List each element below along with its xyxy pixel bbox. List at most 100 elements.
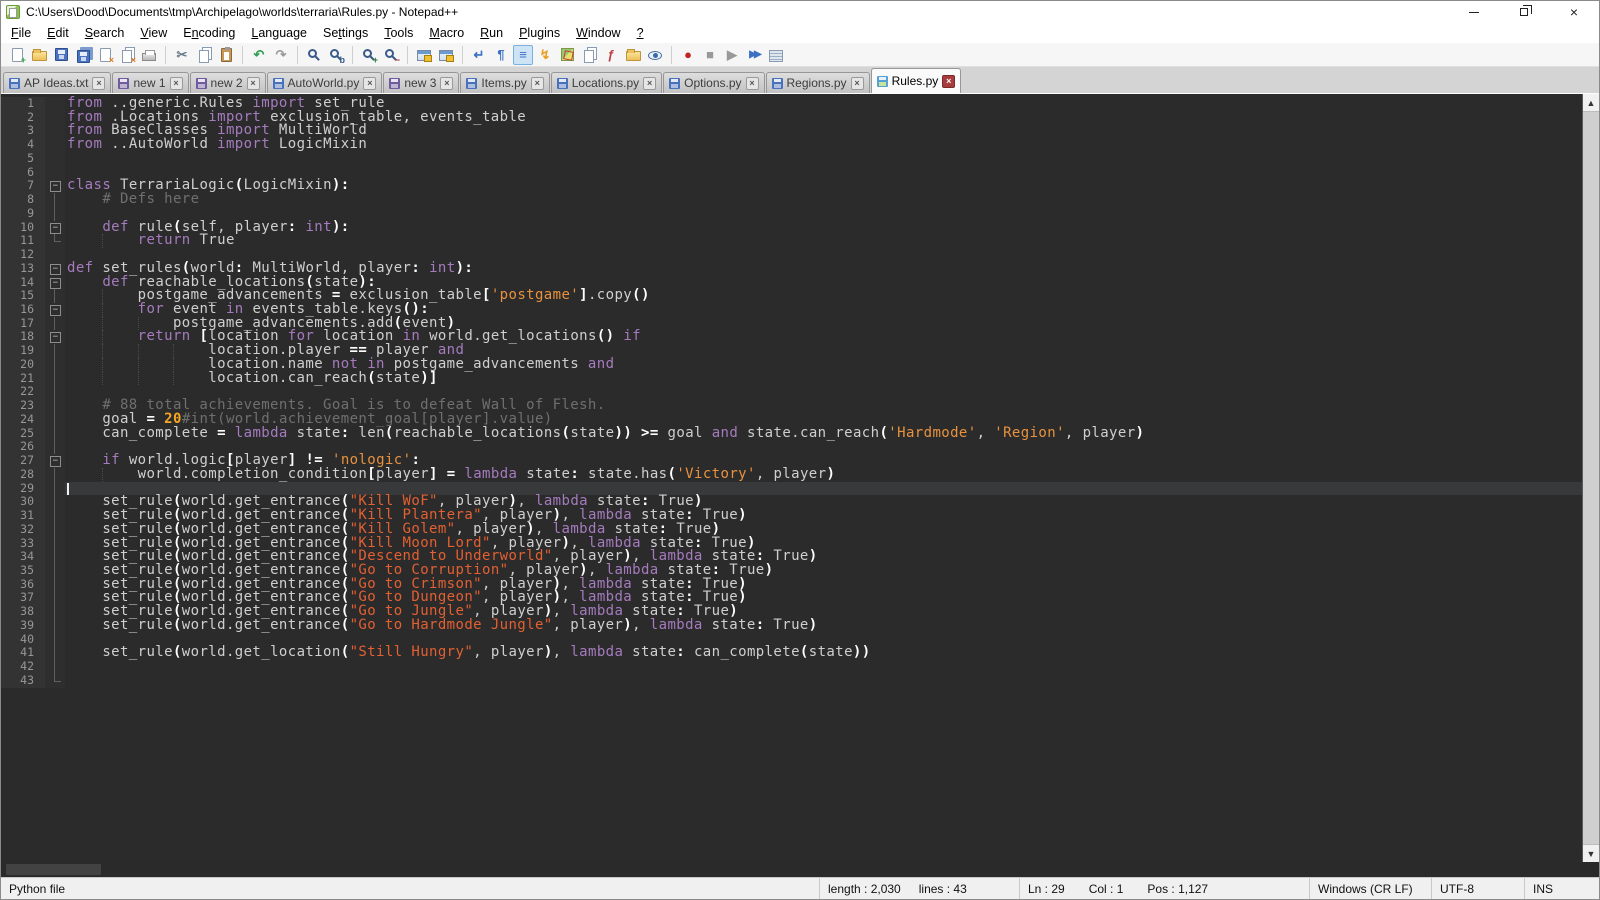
open-file-icon[interactable]: [29, 45, 49, 65]
tab-new-3[interactable]: new 3×: [383, 72, 459, 93]
scroll-up-button[interactable]: ▲: [1583, 94, 1599, 111]
scroll-down-button[interactable]: ▼: [1583, 845, 1599, 862]
code-line-41[interactable]: 41 set_rule(world.get_location("Still Hu…: [1, 646, 1582, 660]
zoom-out-icon[interactable]: −: [381, 45, 401, 65]
menu-item-macro[interactable]: Macro: [421, 24, 472, 42]
code-area[interactable]: 1from ..generic.Rules import set_rule2fr…: [1, 94, 1582, 862]
tab-new-2[interactable]: new 2×: [190, 72, 266, 93]
fold-collapse-icon[interactable]: [45, 262, 65, 276]
code-line-43[interactable]: 43: [1, 674, 1582, 688]
fold-collapse-icon[interactable]: [45, 276, 65, 290]
tab-options-py[interactable]: Options.py×: [663, 72, 764, 93]
redo-icon[interactable]: ↷: [271, 45, 291, 65]
sync-horizontal-scroll-icon[interactable]: [436, 45, 456, 65]
fold-collapse-icon[interactable]: [45, 454, 65, 468]
minimize-button[interactable]: [1449, 1, 1499, 23]
code-line-8[interactable]: 8 # Defs here: [1, 193, 1582, 207]
saved-file-icon: [557, 78, 568, 89]
show-all-characters-icon[interactable]: ¶: [491, 45, 511, 65]
macro-stop-icon[interactable]: ■: [700, 45, 720, 65]
menu-item-plugins[interactable]: Plugins: [511, 24, 568, 42]
menu-item-encoding[interactable]: Encoding: [175, 24, 243, 42]
function-list-icon[interactable]: ƒ: [601, 45, 621, 65]
tab-ap-ideas-txt[interactable]: AP Ideas.txt×: [3, 72, 111, 93]
zoom-in-icon[interactable]: +: [359, 45, 379, 65]
menu-item-help[interactable]: ?: [629, 24, 652, 42]
tab-items-py[interactable]: Items.py×: [460, 72, 549, 93]
tab-new-1[interactable]: new 1×: [112, 72, 188, 93]
find-icon[interactable]: [304, 45, 324, 65]
tab-close-icon[interactable]: ×: [170, 77, 183, 90]
vertical-scrollbar[interactable]: ▲ ▼: [1582, 94, 1599, 862]
indent-guide-icon[interactable]: ≡: [513, 45, 533, 65]
line-number: 37: [1, 591, 45, 605]
menu-item-view[interactable]: View: [132, 24, 175, 42]
function-completion-icon[interactable]: ↯: [535, 45, 555, 65]
save-icon[interactable]: [51, 45, 71, 65]
close-icon[interactable]: ×: [95, 45, 115, 65]
save-all-icon[interactable]: [73, 45, 93, 65]
document-map-icon[interactable]: [557, 45, 577, 65]
fold-collapse-icon[interactable]: [45, 221, 65, 235]
menu-item-search[interactable]: Search: [77, 24, 133, 42]
replace-icon[interactable]: b: [326, 45, 346, 65]
macro-play-icon[interactable]: ▶: [722, 45, 742, 65]
folder-as-workspace-icon[interactable]: [623, 45, 643, 65]
menu-item-file[interactable]: File: [3, 24, 39, 42]
fold-collapse-icon[interactable]: [45, 330, 65, 344]
code-line-42[interactable]: 42: [1, 660, 1582, 674]
macro-record-icon[interactable]: ●: [678, 45, 698, 65]
tab-regions-py[interactable]: Regions.py×: [766, 72, 870, 93]
code-line-7[interactable]: 7class TerrariaLogic(LogicMixin):: [1, 179, 1582, 193]
menu-item-settings[interactable]: Settings: [315, 24, 376, 42]
tab-close-icon[interactable]: ×: [643, 77, 656, 90]
line-number: 42: [1, 660, 45, 674]
tab-locations-py[interactable]: Locations.py×: [551, 72, 662, 93]
copy-icon[interactable]: [194, 45, 214, 65]
menu-item-window[interactable]: Window: [568, 24, 628, 42]
line-number: 40: [1, 633, 45, 647]
tab-close-icon[interactable]: ×: [247, 77, 260, 90]
tab-autoworld-py[interactable]: AutoWorld.py×: [267, 72, 383, 93]
document-list-icon[interactable]: [579, 45, 599, 65]
cut-icon[interactable]: ✂: [172, 45, 192, 65]
fold-collapse-icon[interactable]: [45, 179, 65, 193]
horizontal-scrollbar[interactable]: [1, 862, 1599, 877]
monitoring-icon[interactable]: [645, 45, 665, 65]
code-line-10[interactable]: 10 def rule(self, player: int):: [1, 221, 1582, 235]
code-line-11[interactable]: 11 return True: [1, 234, 1582, 248]
tab-close-icon[interactable]: ×: [92, 77, 105, 90]
window-close-button[interactable]: ×: [1549, 1, 1599, 23]
tab-close-icon[interactable]: ×: [363, 77, 376, 90]
menu-item-run[interactable]: Run: [472, 24, 511, 42]
menu-item-tools[interactable]: Tools: [376, 24, 421, 42]
code-line-5[interactable]: 5: [1, 152, 1582, 166]
tab-close-icon[interactable]: ×: [440, 77, 453, 90]
code-line-21[interactable]: 21 location.can_reach(state)]: [1, 372, 1582, 386]
tab-close-icon[interactable]: ×: [746, 77, 759, 90]
code-line-28[interactable]: 28 world.completion_condition[player] = …: [1, 468, 1582, 482]
fold-collapse-icon[interactable]: [45, 303, 65, 317]
new-file-icon[interactable]: +: [7, 45, 27, 65]
tab-rules-py[interactable]: Rules.py×: [871, 68, 962, 93]
paste-icon[interactable]: [216, 45, 236, 65]
menu-item-edit[interactable]: Edit: [39, 24, 77, 42]
word-wrap-icon[interactable]: ↵: [469, 45, 489, 65]
line-number: 18: [1, 330, 45, 344]
tab-close-icon[interactable]: ×: [851, 77, 864, 90]
print-icon[interactable]: [139, 45, 159, 65]
undo-icon[interactable]: ↶: [249, 45, 269, 65]
horizontal-scrollbar-thumb[interactable]: [6, 864, 101, 875]
vertical-scrollbar-thumb[interactable]: [1583, 111, 1599, 845]
tab-close-icon[interactable]: ×: [531, 77, 544, 90]
code-line-25[interactable]: 25 can_complete = lambda state: len(reac…: [1, 427, 1582, 441]
menu-item-language[interactable]: Language: [243, 24, 315, 42]
macro-save-icon[interactable]: [766, 45, 786, 65]
code-line-39[interactable]: 39 set_rule(world.get_entrance("Go to Ha…: [1, 619, 1582, 633]
code-line-4[interactable]: 4from ..AutoWorld import LogicMixin: [1, 138, 1582, 152]
close-all-icon[interactable]: ×: [117, 45, 137, 65]
tab-close-icon[interactable]: ×: [942, 75, 955, 88]
sync-vertical-scroll-icon[interactable]: [414, 45, 434, 65]
restore-button[interactable]: [1499, 1, 1549, 23]
macro-run-multiple-icon[interactable]: ▶▶: [744, 45, 764, 65]
